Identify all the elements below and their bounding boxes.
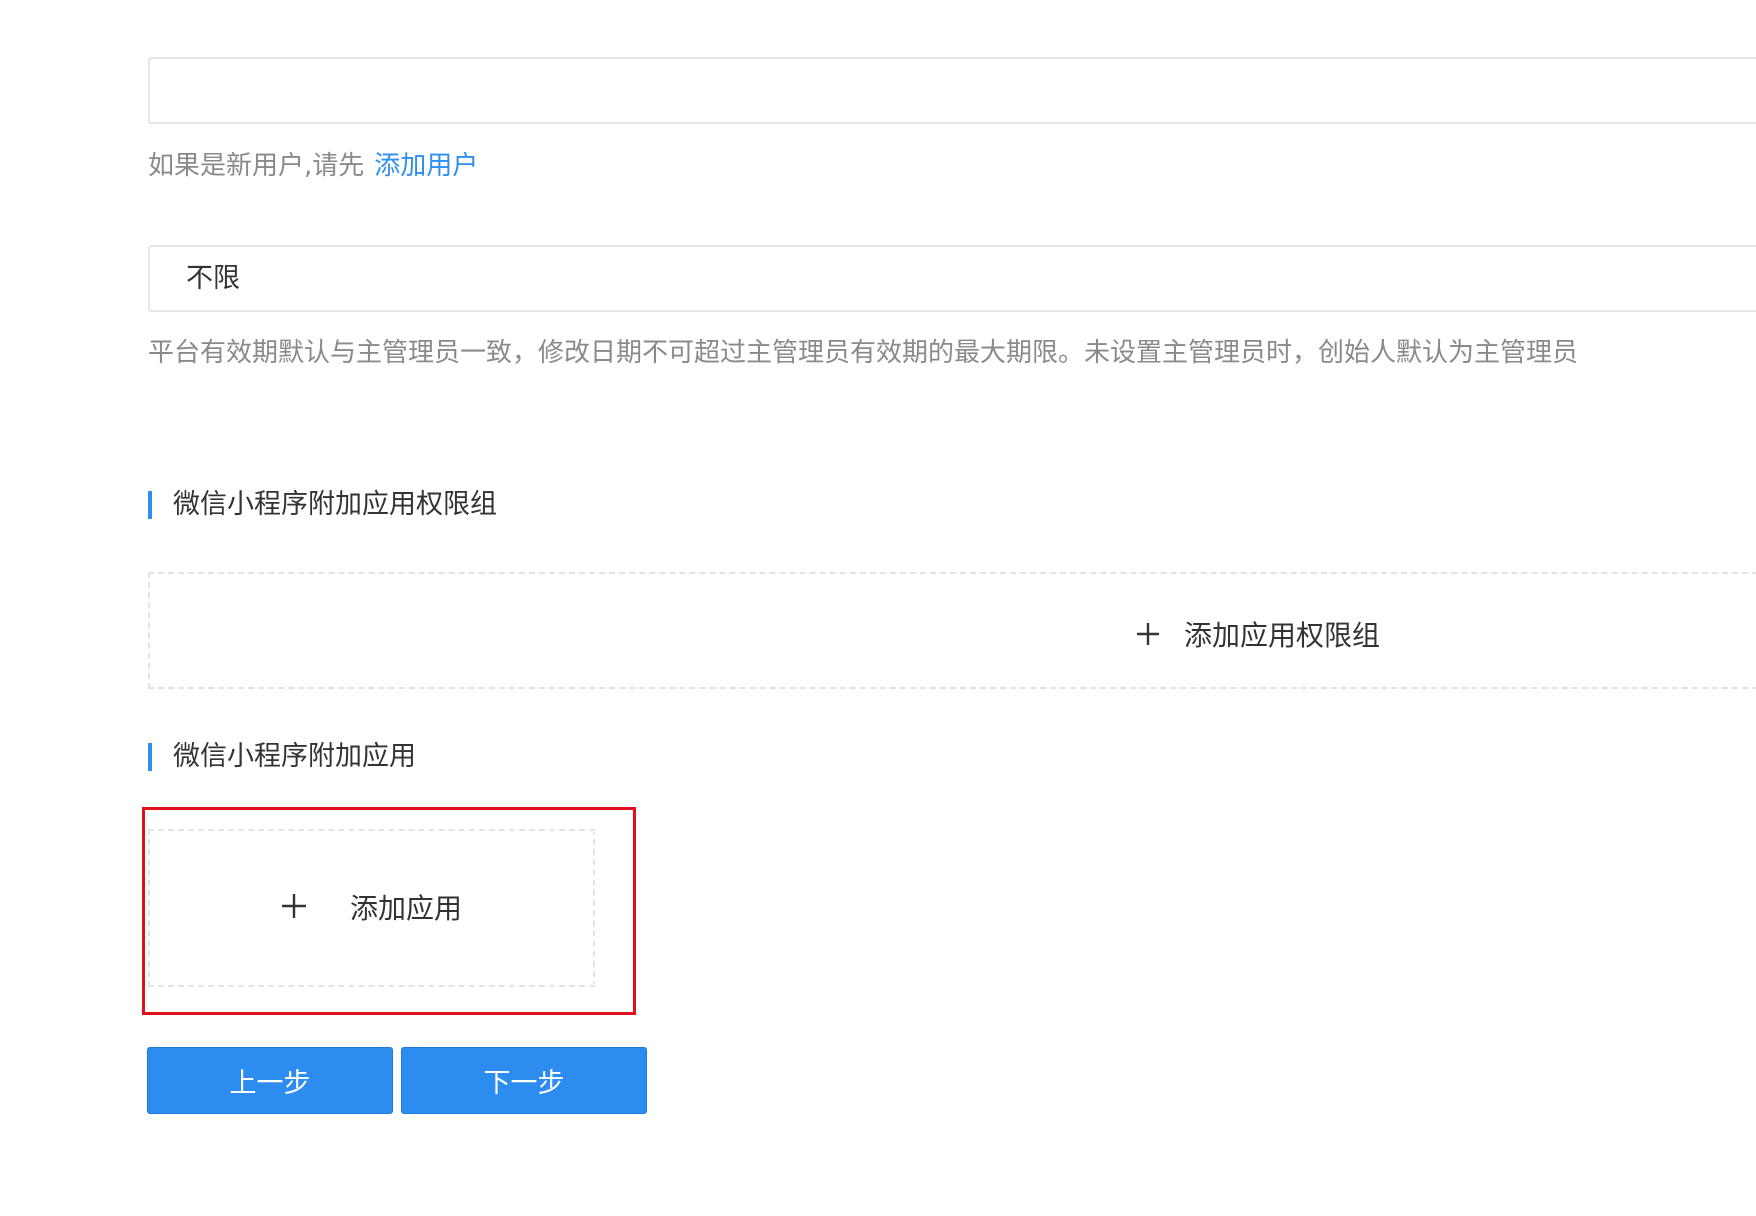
user-input[interactable] (148, 57, 1756, 124)
prev-step-button[interactable]: 上一步 (147, 1047, 393, 1114)
plus-icon (1136, 622, 1172, 646)
section-title-bar (148, 743, 152, 771)
permission-groups-section-title: 微信小程序附加应用权限组 (148, 488, 497, 522)
section-title-bar (148, 491, 152, 519)
apps-title: 微信小程序附加应用 (173, 741, 416, 772)
add-app-label: 添加应用 (350, 892, 463, 925)
next-step-button[interactable]: 下一步 (401, 1047, 647, 1114)
add-user-link[interactable]: 添加用户 (374, 151, 478, 181)
permission-groups-title: 微信小程序附加应用权限组 (173, 489, 497, 520)
apps-section-title: 微信小程序附加应用 (148, 740, 416, 774)
add-permission-group-button[interactable]: 添加应用权限组 (148, 572, 1756, 689)
add-permission-group-label: 添加应用权限组 (1184, 619, 1381, 652)
validity-selected-value: 不限 (186, 263, 240, 294)
validity-select[interactable]: 不限 (148, 245, 1756, 312)
user-hint: 如果是新用户,请先 添加用户 (148, 146, 478, 186)
add-app-button[interactable]: 添加应用 (148, 829, 595, 987)
plus-icon (281, 887, 307, 919)
user-hint-text: 如果是新用户,请先 (148, 151, 365, 181)
add-permission-group-inner: 添加应用权限组 (1136, 614, 1380, 654)
validity-note: 平台有效期默认与主管理员一致，修改日期不可超过主管理员有效期的最大期限。未设置主… (148, 338, 1579, 368)
